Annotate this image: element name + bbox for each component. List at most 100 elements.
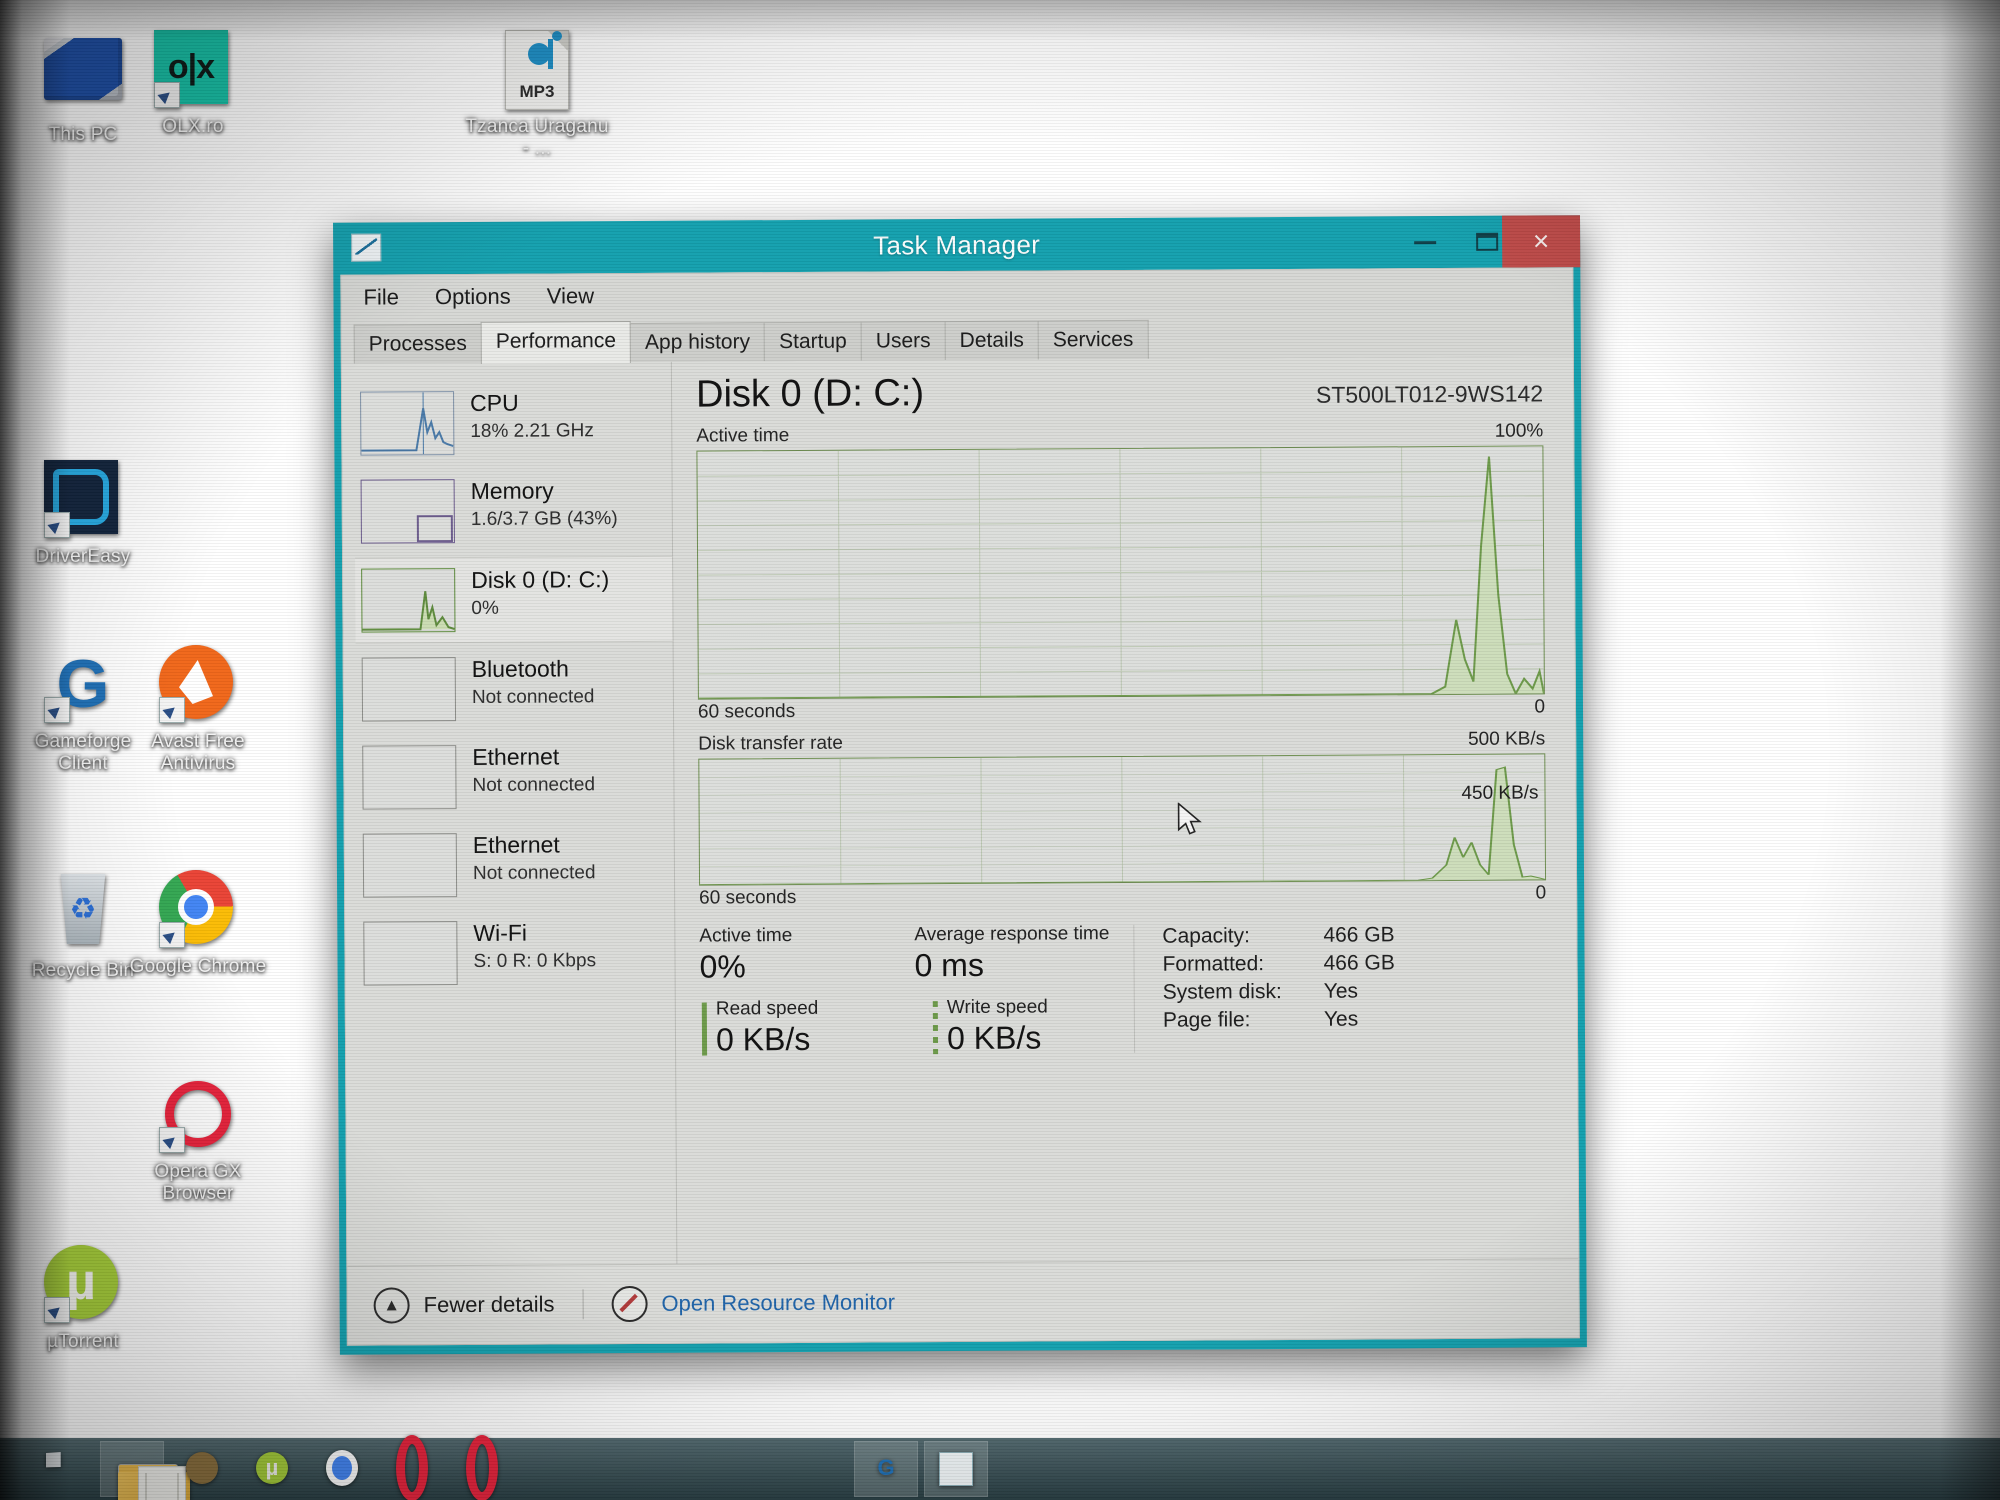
response-time-stat: Average response time 0 ms — [914, 923, 1109, 983]
sidebar-item-cpu[interactable]: CPU 18% 2.21 GHz — [354, 380, 672, 466]
sidebar-item-text: Ethernet Not connected — [472, 743, 596, 797]
menu-bar[interactable]: File Options View — [341, 268, 1573, 320]
sidebar-thumbnail — [361, 568, 456, 633]
desktop-icon-drivereasy[interactable]: DriverEasy — [8, 460, 158, 568]
disk-info-table: Capacity: 466 GB Formatted: 466 GB System di… — [1162, 921, 1395, 1055]
menu-item-view[interactable]: View — [547, 283, 594, 309]
taskbar-utorrent[interactable]: µ — [240, 1441, 304, 1497]
utorrent-icon: µ — [255, 1452, 289, 1486]
tab-performance[interactable]: Performance — [480, 320, 632, 364]
fewer-details-button[interactable]: Fewer details — [424, 1291, 555, 1318]
drivereasy-icon — [44, 460, 122, 538]
response-time-stat-label: Average response time — [914, 922, 1110, 946]
active-time-x-right: 0 — [1534, 696, 1546, 718]
desktop-icon-avast-free-antivirus[interactable]: Avast Free Antivirus — [123, 645, 273, 775]
active-time-label: Active time — [696, 424, 790, 447]
shortcut-arrow-icon — [159, 1127, 185, 1153]
chrome-icon — [159, 870, 237, 948]
utorrent-icon: µ — [44, 1245, 122, 1323]
tab-startup[interactable]: Startup — [763, 321, 862, 362]
active-time-stat-value: 0% — [699, 948, 746, 985]
taskbar-google-chrome[interactable] — [310, 1441, 374, 1497]
tab-app-history[interactable]: App history — [629, 322, 766, 362]
disk-stats: Active time 0% Average response time 0 m… — [699, 920, 1547, 1058]
write-speed-legend-bar — [932, 1001, 939, 1055]
disk-header: Disk 0 (D: C:) ST500LT012-9WS142 — [696, 370, 1543, 415]
sidebar-item-text: Disk 0 (D: C:) 0% — [471, 566, 609, 620]
stats-divider — [1133, 924, 1136, 1054]
read-speed-value: 0 KB/s — [715, 1020, 811, 1058]
opera-icon — [395, 1435, 429, 1500]
resource-sidebar[interactable]: CPU 18% 2.21 GHz Memory 1.6/3.7 GB (43%) Dis… — [341, 361, 678, 1267]
taskbar-opera[interactable] — [380, 1435, 444, 1500]
sidebar-item-sublabel: 0% — [471, 598, 499, 620]
mouse-cursor — [1177, 802, 1202, 835]
desktop-icon-opera-gx-browser[interactable]: Opera GX Browser — [123, 1075, 273, 1205]
desktop-icon-tzanca-uraganu[interactable]: MP3 Tzanca Uraganu - ... — [462, 30, 612, 160]
taskbar-media-player[interactable] — [170, 1441, 234, 1497]
menu-item-file[interactable]: File — [363, 284, 399, 310]
active-time-max: 100% — [1494, 420, 1544, 442]
disk-info-row: Capacity: 466 GB — [1162, 921, 1394, 950]
sidebar-thumbnail — [363, 921, 458, 986]
sidebar-item-ethernet[interactable]: Ethernet Not connected — [357, 822, 675, 908]
transfer-rate-max: 500 KB/s — [1468, 728, 1546, 750]
window-footer: ▲ Fewer details Open Resource Monitor — [347, 1258, 1579, 1345]
task-manager-window[interactable]: Task Manager × File Options View Processes… — [333, 215, 1587, 1355]
disk-info-row: Page file: Yes — [1163, 1005, 1395, 1034]
tab-processes[interactable]: Processes — [353, 323, 482, 364]
taskbar[interactable]: µG — [0, 1435, 2000, 1500]
sidebar-item-disk-0-d-c[interactable]: Disk 0 (D: C:) 0% — [355, 555, 673, 644]
sidebar-item-sublabel: 1.6/3.7 GB (43%) — [470, 508, 618, 531]
desktop-icon-label: µTorrent — [47, 1331, 119, 1352]
recycle-bin-icon: ♻ — [44, 874, 122, 952]
disk-info-key: Capacity: — [1162, 924, 1251, 948]
folder-icon — [115, 1452, 190, 1500]
disk-info-key: Page file: — [1162, 1008, 1251, 1032]
desktop-icon-label: OLX.ro — [162, 116, 224, 137]
desktop-icon-label: Tzanca Uraganu - ... — [465, 116, 609, 159]
transfer-rate-label: Disk transfer rate — [698, 732, 843, 755]
opera-gx-icon — [465, 1435, 499, 1500]
media-icon — [185, 1452, 219, 1486]
transfer-rate-graph: 450 KB/s — [698, 753, 1547, 886]
open-resource-monitor-link[interactable]: Open Resource Monitor — [661, 1289, 895, 1316]
disk-info-value: 466 GB — [1323, 923, 1395, 947]
gameforge-icon: G — [44, 645, 122, 723]
tab-details[interactable]: Details — [944, 320, 1039, 361]
active-time-axis: 60 seconds 0 — [698, 696, 1545, 723]
sidebar-item-label: Ethernet — [472, 831, 560, 858]
desktop-icon-olx-ro[interactable]: o|x OLX.ro — [118, 30, 268, 138]
taskbar-file-explorer[interactable] — [100, 1441, 190, 1500]
shortcut-arrow-icon — [154, 82, 180, 108]
shortcut-arrow-icon — [159, 922, 185, 948]
transfer-rate-x-left: 60 seconds — [699, 886, 797, 909]
taskbar-opera-gx[interactable] — [450, 1435, 514, 1500]
taskbar-task-manager[interactable] — [924, 1441, 988, 1497]
close-button[interactable]: × — [1501, 215, 1581, 268]
window-body: File Options View Processes Performance App … — [340, 267, 1580, 1346]
taskbar-start-button[interactable] — [30, 1441, 94, 1497]
tab-services[interactable]: Services — [1037, 319, 1149, 360]
sidebar-item-sublabel: Not connected — [472, 774, 596, 797]
desktop: This PC o|x OLX.ro MP3 Tzanca Uraganu - ... D… — [0, 0, 2000, 1500]
sidebar-item-sublabel: 18% 2.21 GHz — [470, 420, 594, 443]
window-title-bar[interactable]: Task Manager × — [333, 215, 1581, 275]
page-title: Disk 0 (D: C:) — [695, 372, 925, 416]
minimize-button[interactable] — [1394, 216, 1456, 268]
resource-monitor-icon[interactable] — [611, 1285, 648, 1323]
disk-info-value: 466 GB — [1323, 951, 1395, 975]
taskbar-gameforge[interactable]: G — [854, 1441, 918, 1497]
chevron-up-icon[interactable]: ▲ — [373, 1287, 410, 1324]
sidebar-item-memory[interactable]: Memory 1.6/3.7 GB (43%) — [355, 468, 673, 554]
sidebar-item-bluetooth[interactable]: Bluetooth Not connected — [356, 646, 674, 732]
disk-detail-panel: Disk 0 (D: C:) ST500LT012-9WS142 Active … — [672, 356, 1578, 1264]
read-speed-label: Read speed — [715, 997, 819, 1020]
desktop-icon-google-chrome[interactable]: Google Chrome — [123, 870, 273, 978]
desktop-icon-label: Opera GX Browser — [154, 1161, 242, 1204]
menu-item-options[interactable]: Options — [435, 284, 511, 310]
desktop-icon--torrent[interactable]: µ µTorrent — [8, 1245, 158, 1353]
tab-users[interactable]: Users — [860, 320, 946, 361]
sidebar-item-ethernet[interactable]: Ethernet Not connected — [356, 734, 674, 820]
sidebar-item-wi-fi[interactable]: Wi-Fi S: 0 R: 0 Kbps — [357, 910, 675, 996]
